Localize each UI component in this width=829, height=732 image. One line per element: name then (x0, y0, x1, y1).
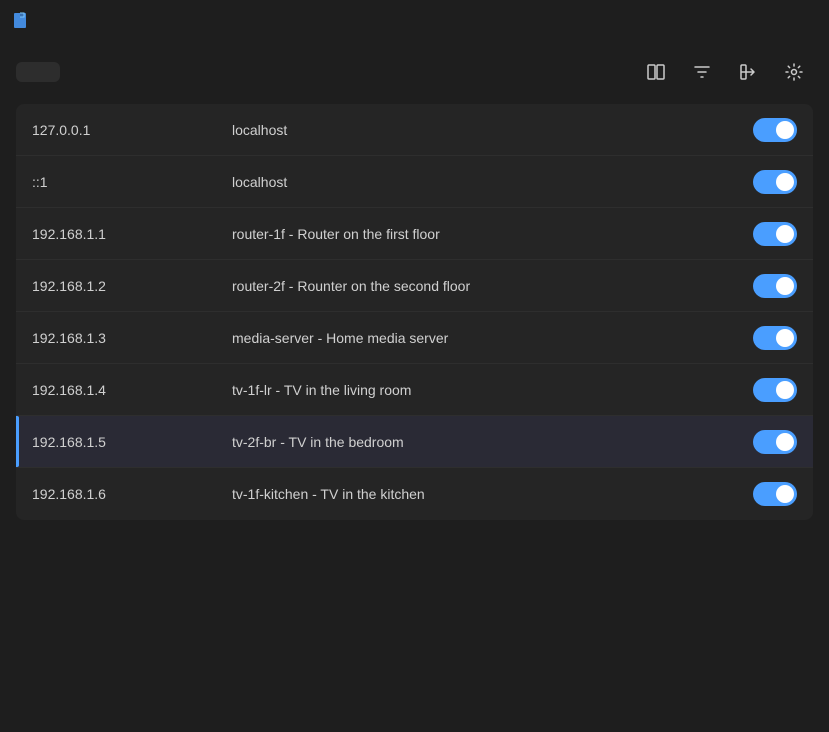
host-ip: 192.168.1.6 (32, 486, 232, 502)
toggle-container (753, 118, 797, 142)
window-controls (679, 4, 817, 36)
minimize-button[interactable] (679, 4, 725, 36)
toggle-container (753, 378, 797, 402)
host-name: localhost (232, 174, 753, 190)
title-bar (0, 0, 829, 40)
table-row[interactable]: 127.0.0.1localhost (16, 104, 813, 156)
host-toggle[interactable] (753, 274, 797, 298)
toggle-thumb (776, 381, 794, 399)
toggle-container (753, 482, 797, 506)
table-row[interactable]: 192.168.1.5tv-2f-br - TV in the bedroom (16, 416, 813, 468)
host-toggle[interactable] (753, 378, 797, 402)
host-ip: 192.168.1.4 (32, 382, 232, 398)
toggle-container (753, 222, 797, 246)
host-toggle[interactable] (753, 170, 797, 194)
split-view-icon (646, 62, 666, 82)
toggle-thumb (776, 329, 794, 347)
main-content: 127.0.0.1localhost::1localhost192.168.1.… (0, 104, 829, 732)
table-row[interactable]: 192.168.1.3media-server - Home media ser… (16, 312, 813, 364)
export-icon (738, 62, 758, 82)
settings-button[interactable] (775, 53, 813, 91)
toggle-container (753, 170, 797, 194)
host-toggle[interactable] (753, 482, 797, 506)
table-row[interactable]: 192.168.1.4tv-1f-lr - TV in the living r… (16, 364, 813, 416)
table-row[interactable]: 192.168.1.1router-1f - Router on the fir… (16, 208, 813, 260)
host-ip: 192.168.1.1 (32, 226, 232, 242)
host-ip: 127.0.0.1 (32, 122, 232, 138)
toolbar (0, 40, 829, 104)
host-toggle[interactable] (753, 430, 797, 454)
host-ip: ::1 (32, 174, 232, 190)
host-name: tv-1f-lr - TV in the living room (232, 382, 753, 398)
app-icon (12, 12, 28, 28)
host-ip: 192.168.1.5 (32, 434, 232, 450)
toggle-thumb (776, 121, 794, 139)
toggle-container (753, 430, 797, 454)
host-toggle[interactable] (753, 326, 797, 350)
table-row[interactable]: ::1localhost (16, 156, 813, 208)
filter-button[interactable] (683, 53, 721, 91)
split-view-button[interactable] (637, 53, 675, 91)
toggle-thumb (776, 433, 794, 451)
settings-icon (784, 62, 804, 82)
filter-icon (692, 62, 712, 82)
table-row[interactable]: 192.168.1.2router-2f - Rounter on the se… (16, 260, 813, 312)
host-name: tv-2f-br - TV in the bedroom (232, 434, 753, 450)
host-toggle[interactable] (753, 222, 797, 246)
toggle-thumb (776, 485, 794, 503)
host-name: media-server - Home media server (232, 330, 753, 346)
maximize-button[interactable] (725, 4, 771, 36)
toggle-container (753, 326, 797, 350)
host-name: router-1f - Router on the first floor (232, 226, 753, 242)
export-button[interactable] (729, 53, 767, 91)
toggle-thumb (776, 277, 794, 295)
host-toggle[interactable] (753, 118, 797, 142)
host-ip: 192.168.1.2 (32, 278, 232, 294)
toggle-container (753, 274, 797, 298)
host-name: router-2f - Rounter on the second floor (232, 278, 753, 294)
table-row[interactable]: 192.168.1.6tv-1f-kitchen - TV in the kit… (16, 468, 813, 520)
new-entry-button[interactable] (16, 62, 60, 82)
host-name: tv-1f-kitchen - TV in the kitchen (232, 486, 753, 502)
toggle-thumb (776, 225, 794, 243)
close-button[interactable] (771, 4, 817, 36)
toggle-thumb (776, 173, 794, 191)
host-ip: 192.168.1.3 (32, 330, 232, 346)
host-name: localhost (232, 122, 753, 138)
hosts-list: 127.0.0.1localhost::1localhost192.168.1.… (16, 104, 813, 520)
